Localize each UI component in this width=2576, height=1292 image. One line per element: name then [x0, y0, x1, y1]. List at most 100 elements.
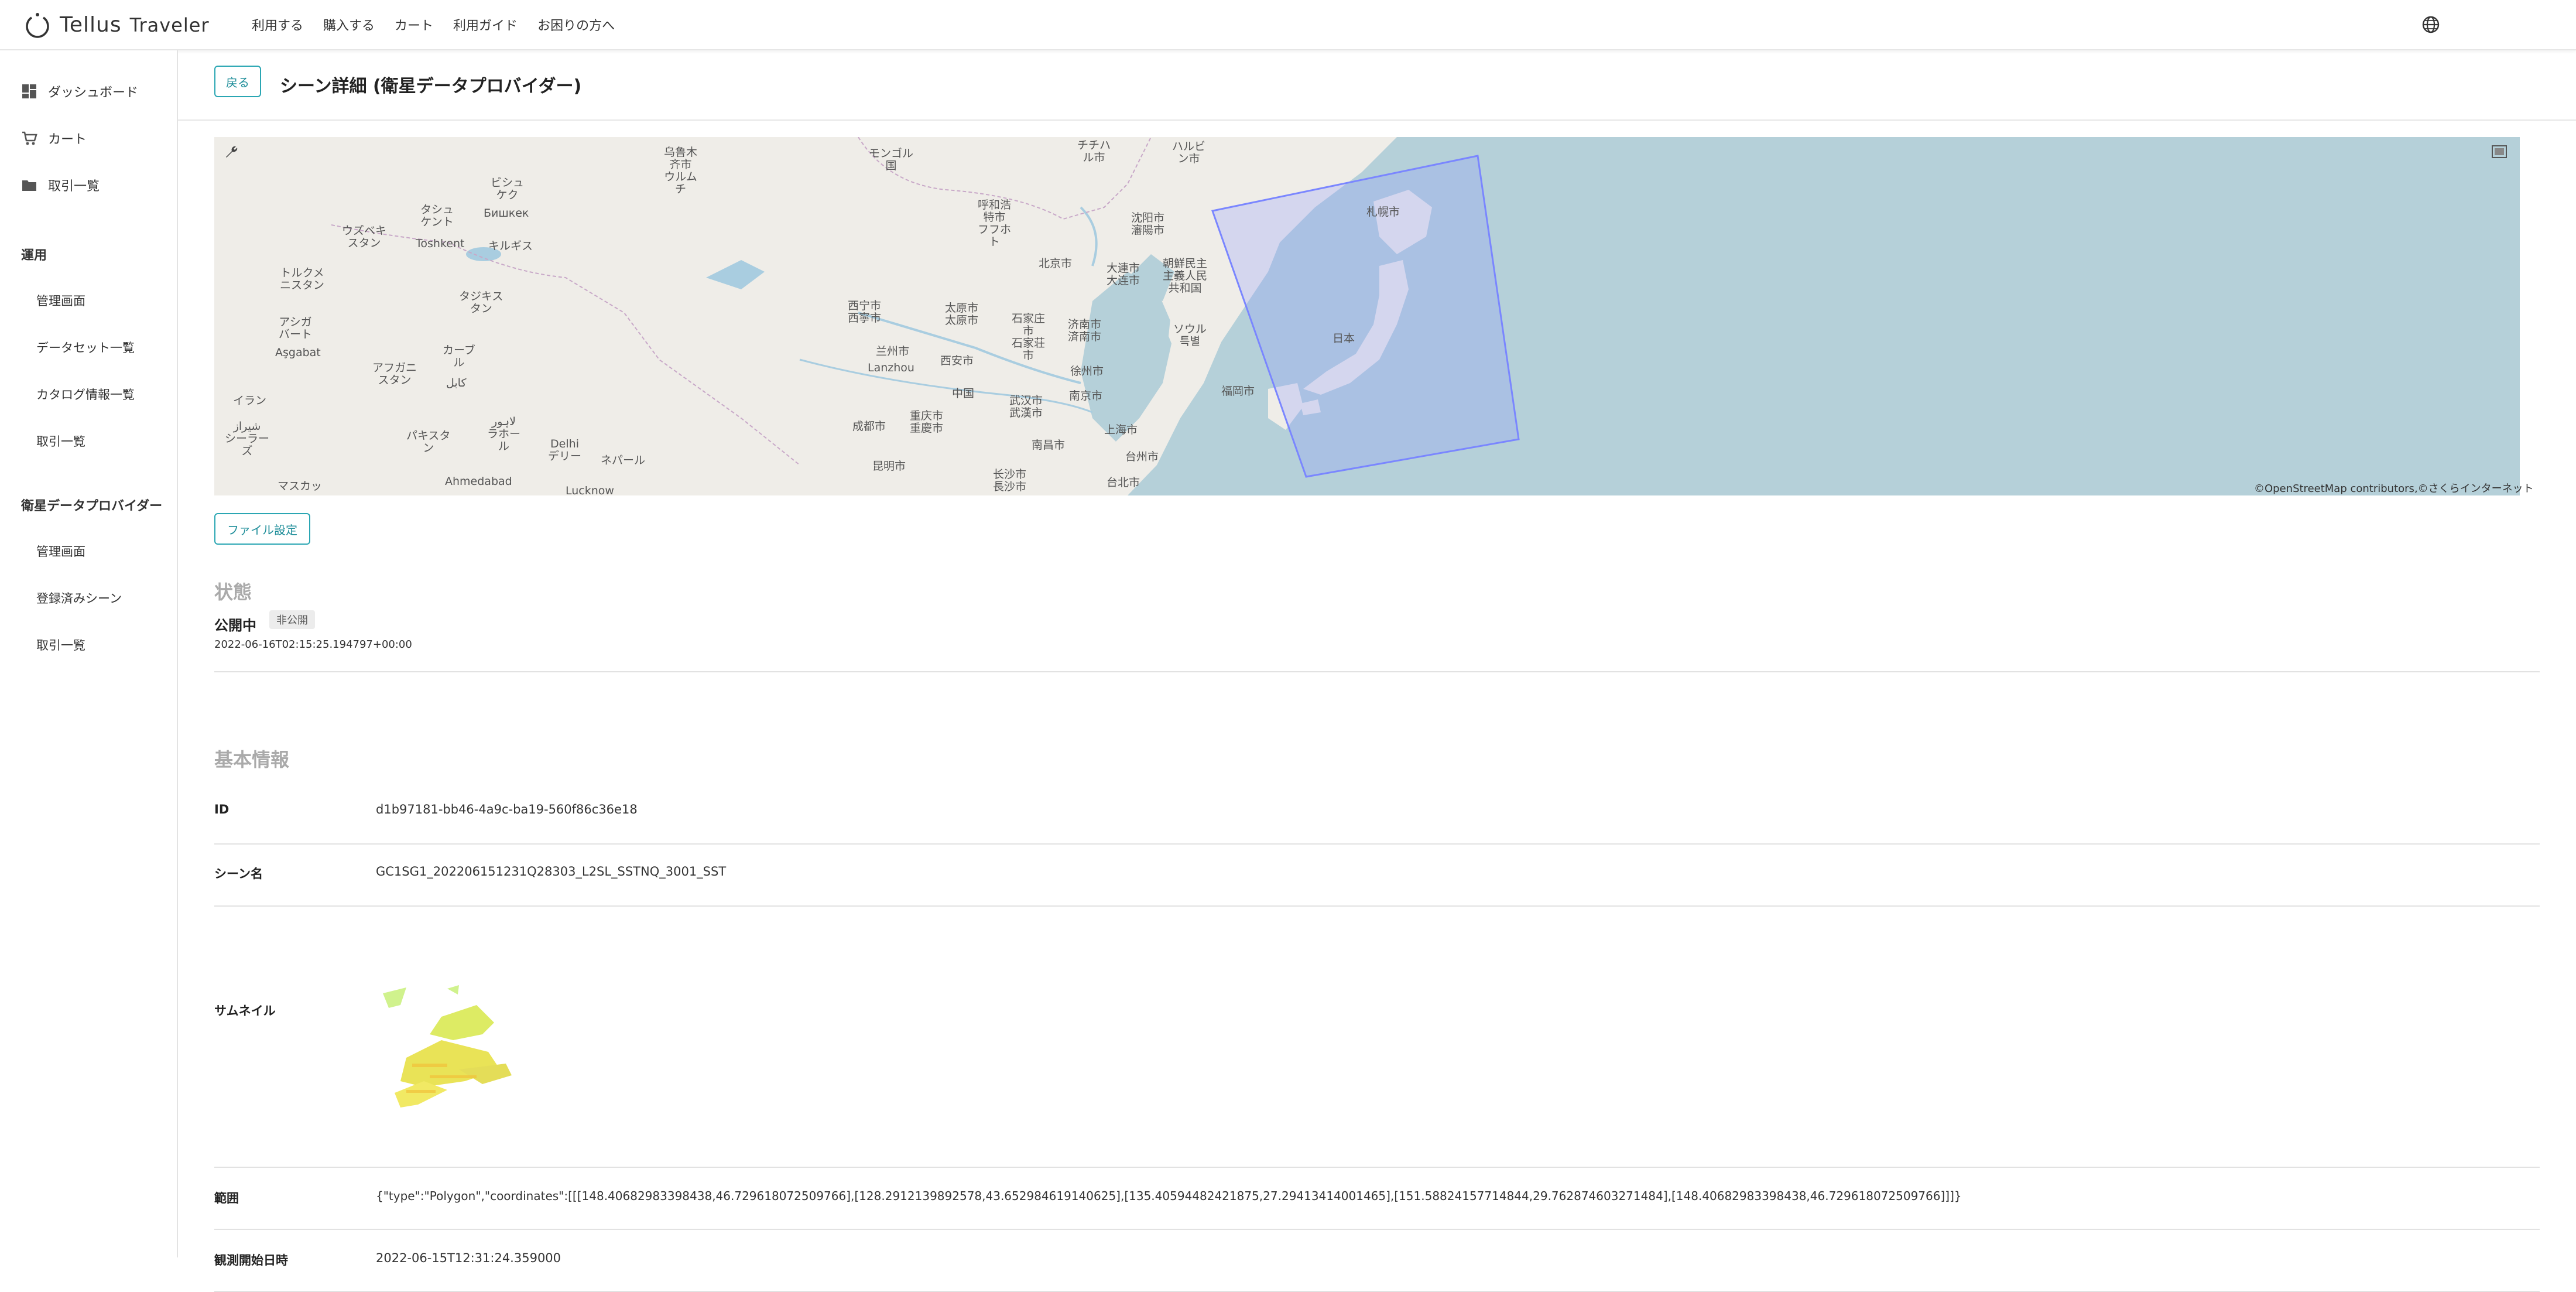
row-label-id: ID: [214, 802, 229, 816]
map-label: 福岡市: [1221, 385, 1255, 398]
tellus-logo-icon: [26, 13, 49, 38]
map-label: パキスタン: [406, 429, 451, 454]
map-label: 长沙市 長沙市: [993, 468, 1027, 493]
top-navbar: Tellus Traveler 利用する 購入する カート 利用ガイド お困りの方…: [0, 0, 2576, 50]
map-label: 重庆市 重慶市: [910, 409, 944, 435]
nav-cart[interactable]: カート: [395, 15, 433, 34]
row-value-extent: {"type":"Polygon","coordinates":[[[148.4…: [376, 1189, 1962, 1203]
map-label: トルクメ ニスタン: [280, 266, 325, 292]
row-label-extent: 範囲: [214, 1191, 239, 1205]
map-label: لاہور ラホール: [487, 415, 521, 453]
sidebar-item-admin[interactable]: 管理画面: [36, 292, 85, 309]
map-label: ウズベキ スタン: [342, 224, 387, 249]
map-label: 日本: [1332, 332, 1355, 345]
tellus-logo[interactable]: Tellus Traveler: [23, 8, 210, 41]
map-label: شیراز シーラーズ: [225, 420, 270, 457]
map-label: ビシュ ケク: [491, 176, 525, 201]
row-label-thumbnail: サムネイル: [214, 1004, 276, 1018]
sidebar-heading-provider: 衛星データプロバイダー: [21, 499, 163, 514]
map-label: 徐州市: [1070, 365, 1104, 378]
map-label: 中国: [952, 387, 975, 400]
map-label: 太原市 太原市: [945, 302, 979, 327]
map-label: 石家庄市石家荘市: [1012, 312, 1046, 362]
map-label: チチハ ル市: [1077, 139, 1111, 164]
map-label: 朝鮮民主 主義人民 共和国: [1163, 257, 1208, 295]
map-label: 武汉市 武漢市: [1009, 394, 1043, 419]
status-section-title: 状態: [214, 581, 252, 603]
sidebar-item-datasets[interactable]: データセット一覧: [36, 339, 135, 356]
map-label: イラン: [233, 394, 267, 407]
map-label: 成都市: [852, 420, 886, 433]
map-label: Бишкек: [484, 207, 529, 220]
status-current: 公開中: [214, 617, 256, 634]
map-label: 台州市: [1125, 450, 1159, 463]
dashboard-icon: [22, 84, 36, 98]
map-label: マスカッ: [278, 480, 323, 493]
top-nav: 利用する 購入する カート 利用ガイド お困りの方へ: [252, 0, 635, 49]
divider: [214, 843, 2540, 845]
map-label: 南京市: [1069, 389, 1103, 402]
file-settings-button[interactable]: ファイル設定: [214, 513, 310, 545]
map-attribution[interactable]: ©OpenStreetMap contributors,©さくらインターネット: [2254, 480, 2534, 495]
cart-icon: [22, 131, 37, 145]
sidebar-item-transactions[interactable]: 取引一覧: [21, 176, 100, 194]
map-label: アシガ バート: [279, 316, 313, 341]
page-title: シーン詳細 (衛星データプロバイダー): [280, 76, 582, 97]
map-label: Ahmedabad: [445, 475, 512, 488]
map-label: 西安市: [940, 354, 974, 367]
status-timestamp: 2022-06-16T02:15:25.194797+00:00: [214, 638, 412, 651]
map-label: 札幌市: [1366, 206, 1400, 218]
map-label: タシュ ケント: [420, 203, 454, 228]
row-label-scene-name: シーン名: [214, 867, 263, 881]
globe-icon[interactable]: [2421, 15, 2440, 34]
sidebar-item-provider-transactions[interactable]: 取引一覧: [36, 636, 85, 654]
map-label: 南昌市: [1032, 439, 1066, 452]
sidebar-item-registered-scenes[interactable]: 登録済みシーン: [36, 589, 122, 607]
map-label: 西宁市 西寧市: [848, 299, 882, 324]
status-badge[interactable]: 非公開: [269, 610, 315, 629]
map-label: 昆明市: [872, 460, 906, 473]
nav-use[interactable]: 利用する: [252, 15, 303, 34]
sidebar-item-provider-admin[interactable]: 管理画面: [36, 542, 85, 560]
map-label: 济南市 済南市: [1068, 318, 1102, 343]
layers-icon[interactable]: [2489, 142, 2509, 162]
scene-map[interactable]: 乌鲁木 齐市 ウルムチ モンゴル国 チチハ ル市 ハルビ ン市 タシュ ケント Toshk…: [214, 137, 2520, 495]
map-label: Delhi デリー: [548, 437, 582, 463]
divider: [214, 671, 2540, 672]
map-label: 沈阳市 瀋陽市: [1131, 211, 1165, 237]
sidebar-item-cart[interactable]: カート: [21, 129, 87, 148]
divider: [214, 905, 2540, 907]
map-label: Aşgabat: [275, 346, 321, 359]
wrench-icon[interactable]: [220, 142, 240, 162]
nav-guide[interactable]: 利用ガイド: [453, 15, 518, 34]
sidebar-item-label: カート: [48, 132, 87, 147]
map-label: 上海市: [1104, 423, 1138, 436]
map-label: 北京市: [1039, 257, 1073, 270]
map-label: 乌鲁木 齐市 ウルムチ: [664, 146, 698, 196]
main-content: 戻る シーン詳細 (衛星データプロバイダー) 乌鲁木 齐市 ウルム チ モンゴル…: [178, 50, 2576, 1292]
sidebar-item-label: ダッシュボード: [48, 86, 139, 100]
page-header: 戻る シーン詳細 (衛星データプロバイダー): [178, 50, 2576, 121]
sidebar-item-catalog[interactable]: カタログ情報一覧: [36, 385, 135, 403]
basic-info-title: 基本情報: [214, 748, 290, 771]
map-label: ネパール: [601, 454, 646, 467]
sidebar-heading-operation: 運用: [21, 248, 47, 263]
divider: [214, 1167, 2540, 1168]
nav-help[interactable]: お困りの方へ: [537, 15, 615, 34]
sidebar: ダッシュボード カート 取引一覧 運用 管理画面 データセット一覧 カタログ情報…: [0, 50, 178, 1257]
sidebar-item-dashboard[interactable]: ダッシュボード: [21, 82, 138, 101]
map-label: ハルビ ン市: [1172, 140, 1206, 165]
sidebar-item-op-transactions[interactable]: 取引一覧: [36, 432, 85, 450]
map-label: 大連市 大连市: [1107, 262, 1140, 287]
folder-icon: [22, 180, 36, 191]
row-value-obs-start: 2022-06-15T12:31:24.359000: [376, 1251, 561, 1265]
scene-thumbnail[interactable]: [371, 982, 523, 1157]
nav-purchase[interactable]: 購入する: [323, 15, 375, 34]
divider: [214, 1229, 2540, 1230]
map-label: Lucknow: [566, 484, 614, 495]
row-label-obs-start: 観測開始日時: [214, 1253, 288, 1267]
map-label: カーブル: [443, 344, 475, 369]
back-button[interactable]: 戻る: [214, 66, 261, 97]
map-label: Toshkent: [416, 237, 465, 250]
map-label: キルギス: [488, 240, 533, 252]
